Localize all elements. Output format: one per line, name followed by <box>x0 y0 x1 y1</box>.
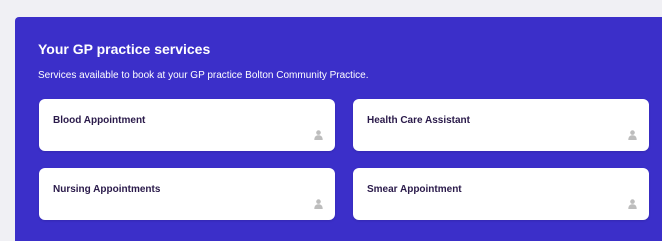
service-card-nursing-appointments[interactable]: Nursing Appointments <box>39 168 335 220</box>
service-card-label: Nursing Appointments <box>53 184 161 195</box>
service-card-blood-appointment[interactable]: Blood Appointment <box>39 99 335 151</box>
service-card-label: Blood Appointment <box>53 115 146 126</box>
person-icon <box>314 199 323 209</box>
person-icon <box>628 130 637 140</box>
services-grid: Blood Appointment Health Care Assistant … <box>39 99 653 221</box>
person-icon <box>314 130 323 140</box>
panel-title: Your GP practice services <box>38 41 211 57</box>
service-card-label: Smear Appointment <box>367 184 462 195</box>
service-card-health-care-assistant[interactable]: Health Care Assistant <box>353 99 649 151</box>
service-card-label: Health Care Assistant <box>367 115 470 126</box>
person-icon <box>628 199 637 209</box>
gp-services-panel: Your GP practice services Services avail… <box>15 17 662 241</box>
service-card-smear-appointment[interactable]: Smear Appointment <box>353 168 649 220</box>
panel-subtitle: Services available to book at your GP pr… <box>38 70 369 81</box>
